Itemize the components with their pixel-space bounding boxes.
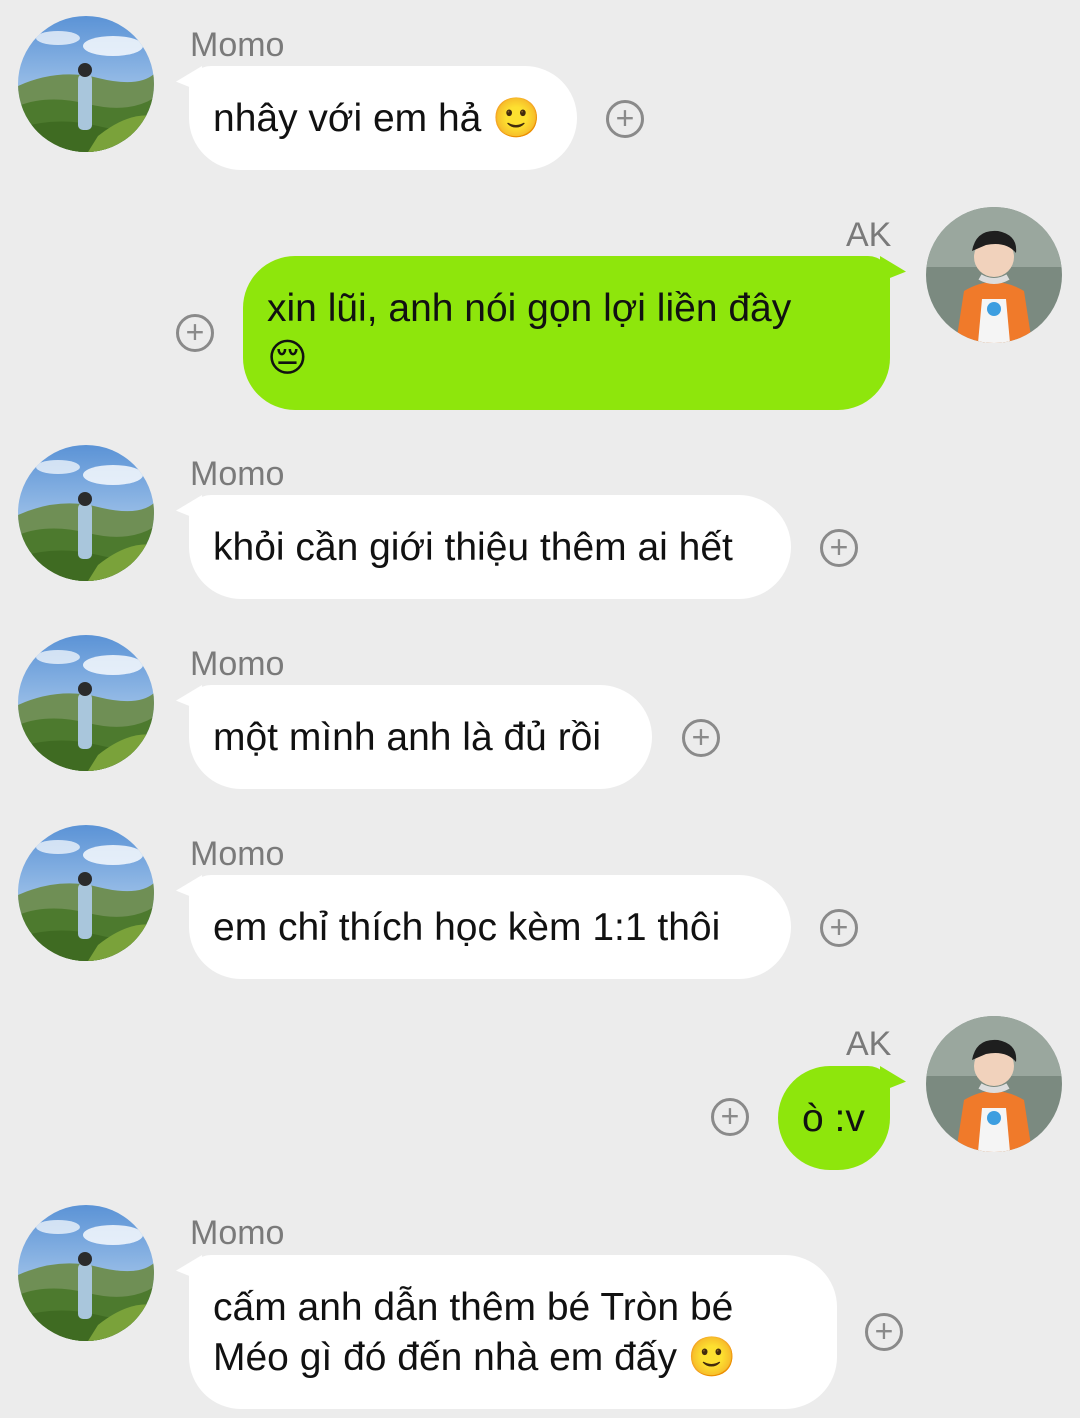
message-bubble[interactable]: xin lũi, anh nói gọn lợi liền đây 😔 (243, 256, 890, 410)
ak-avatar[interactable] (926, 1016, 1062, 1152)
sender-name: Momo (190, 835, 285, 873)
message-bubble[interactable]: khỏi cần giới thiệu thêm ai hết (189, 495, 791, 599)
ak-avatar[interactable] (926, 207, 1062, 343)
add-reaction-icon[interactable]: + (606, 100, 644, 138)
add-reaction-icon[interactable]: + (820, 909, 858, 947)
add-reaction-icon[interactable]: + (176, 314, 214, 352)
add-reaction-icon[interactable]: + (865, 1313, 903, 1351)
message-bubble[interactable]: một mình anh là đủ rồi (189, 685, 652, 789)
message-bubble[interactable]: nhây với em hả 🙂 (189, 66, 577, 170)
sender-name: Momo (190, 26, 285, 64)
sender-name: Momo (190, 645, 285, 683)
add-reaction-icon[interactable]: + (820, 529, 858, 567)
add-reaction-icon[interactable]: + (682, 719, 720, 757)
momo-avatar[interactable] (18, 445, 154, 581)
sender-name: Momo (190, 455, 285, 493)
message-bubble[interactable]: ò :v (778, 1066, 890, 1170)
sender-name: AK (846, 216, 892, 254)
momo-avatar[interactable] (18, 635, 154, 771)
momo-avatar[interactable] (18, 825, 154, 961)
momo-avatar[interactable] (18, 16, 154, 152)
sender-name: Momo (190, 1214, 285, 1252)
message-bubble[interactable]: cấm anh dẫn thêm bé Tròn bé Méo gì đó đế… (189, 1255, 837, 1409)
sender-name: AK (846, 1025, 892, 1063)
message-bubble[interactable]: em chỉ thích học kèm 1:1 thôi (189, 875, 791, 979)
add-reaction-icon[interactable]: + (711, 1098, 749, 1136)
momo-avatar[interactable] (18, 1205, 154, 1341)
